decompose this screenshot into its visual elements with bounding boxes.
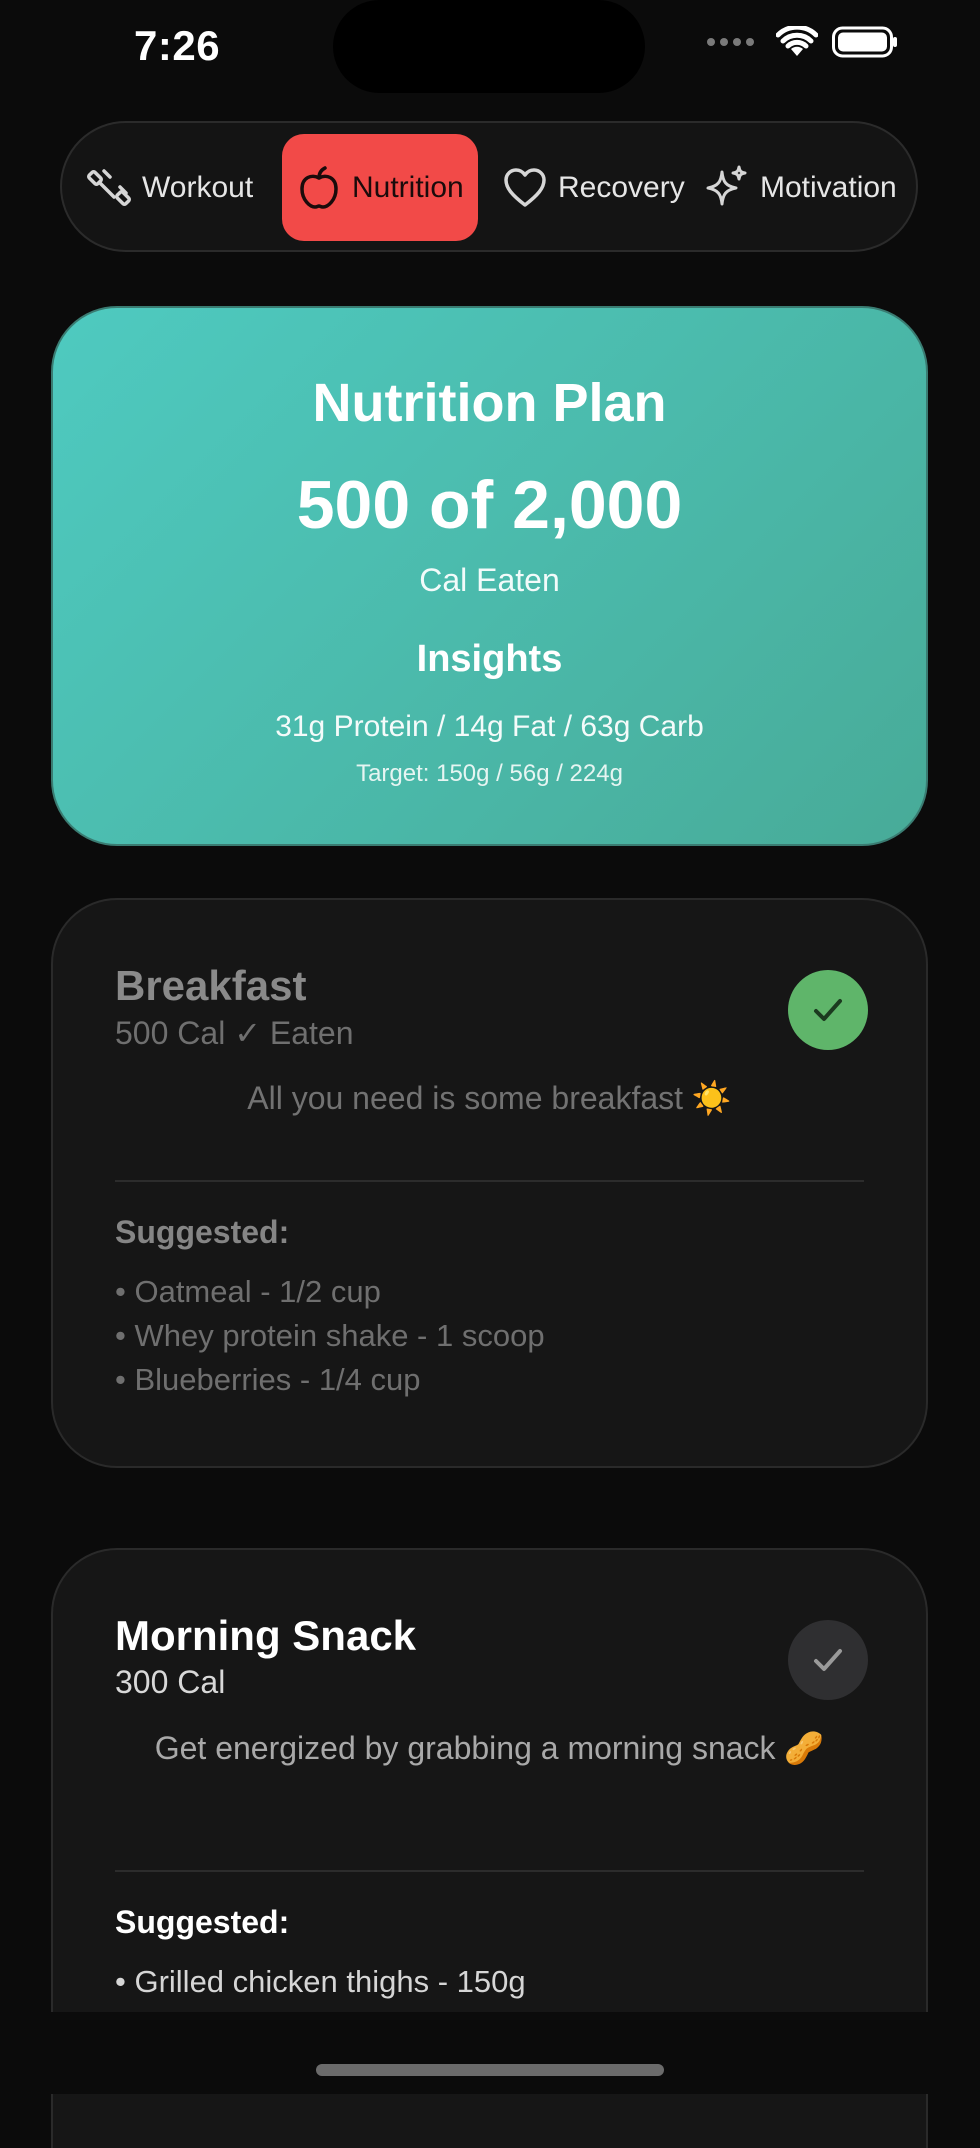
meal-description: All you need is some breakfast ☀️	[247, 1080, 732, 1116]
suggested-label: Suggested:	[115, 1214, 290, 1250]
suggested-label: Suggested:	[115, 1904, 290, 1940]
suggested-list: Oatmeal - 1/2 cup Whey protein shake - 1…	[115, 1270, 545, 1402]
heart-icon	[504, 167, 546, 207]
nutrition-plan-card: Nutrition Plan 500 of 2,000 Cal Eaten In…	[51, 306, 928, 846]
meal-name: Morning Snack	[115, 1612, 417, 1659]
list-item: Grilled chicken thighs - 150g	[115, 1960, 525, 2004]
tab-recovery-label: Recovery	[558, 170, 685, 204]
status-bar: 7:26	[0, 0, 980, 110]
calories-eaten-value: 500 of 2,000	[296, 467, 683, 543]
checkmark-icon	[814, 999, 842, 1021]
cellular-icon	[707, 38, 754, 46]
bottom-safe-area	[0, 2012, 980, 2094]
tab-workout-label: Workout	[142, 170, 254, 204]
meal-calories: 500 Cal ✓ Eaten	[115, 1015, 354, 1051]
meal-card-breakfast[interactable]: Breakfast 500 Cal ✓ Eaten All you need i…	[51, 898, 928, 1468]
macros-target: Target: 150g / 56g / 224g	[356, 760, 623, 787]
calories-eaten-label: Cal Eaten	[419, 562, 560, 598]
tab-nutrition-label: Nutrition	[352, 170, 464, 204]
sparkles-icon	[706, 165, 747, 205]
nutrition-plan-title: Nutrition Plan	[312, 373, 667, 433]
eaten-toggle-button[interactable]	[788, 970, 868, 1050]
macros-summary: 31g Protein / 14g Fat / 63g Carb	[275, 710, 704, 743]
category-tabs: Workout Nutrition Recovery Motivation	[60, 121, 918, 252]
dumbbell-icon	[87, 168, 131, 206]
wifi-icon	[776, 26, 818, 56]
status-icons	[707, 26, 898, 58]
tab-workout[interactable]: Workout	[86, 134, 253, 241]
battery-icon	[832, 26, 897, 58]
dynamic-island	[333, 0, 645, 93]
divider	[115, 1870, 864, 1872]
tab-motivation-label: Motivation	[760, 170, 897, 204]
divider	[115, 1180, 864, 1182]
insights-title: Insights	[416, 638, 563, 680]
list-item: Blueberries - 1/4 cup	[115, 1358, 545, 1402]
list-item: Oatmeal - 1/2 cup	[115, 1270, 545, 1314]
suggested-list: Grilled chicken thighs - 150g	[115, 1960, 525, 2004]
checkmark-icon	[814, 1649, 842, 1671]
tab-recovery[interactable]: Recovery	[502, 134, 685, 241]
home-indicator[interactable]	[316, 2064, 664, 2076]
tab-motivation[interactable]: Motivation	[702, 134, 897, 241]
meal-description: Get energized by grabbing a morning snac…	[154, 1730, 825, 1766]
meal-name: Breakfast	[115, 962, 307, 1009]
apple-icon	[300, 165, 338, 209]
list-item: Whey protein shake - 1 scoop	[115, 1314, 544, 1358]
tab-nutrition[interactable]: Nutrition	[282, 134, 478, 241]
meal-calories: 300 Cal	[115, 1664, 226, 1700]
eaten-toggle-button[interactable]	[788, 1620, 868, 1700]
status-time: 7:26	[134, 22, 221, 69]
